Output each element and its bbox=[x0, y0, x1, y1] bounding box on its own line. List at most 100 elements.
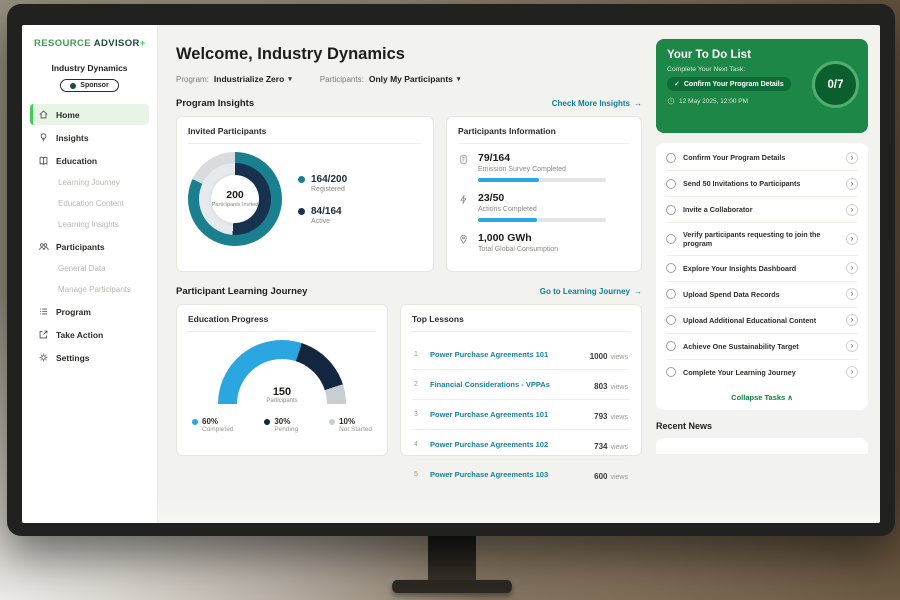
top-lessons-card: Top Lessons 1 Power Purchase Agreements … bbox=[400, 304, 642, 456]
task-checkbox[interactable] bbox=[666, 289, 676, 299]
lesson-link[interactable]: Power Purchase Agreements 102 bbox=[430, 440, 586, 449]
legend-item-active: 84/164 Active bbox=[298, 206, 347, 225]
next-task-pill[interactable]: ✓ Confirm Your Program Details bbox=[667, 77, 791, 91]
section-title: Participant Learning Journey bbox=[176, 286, 307, 297]
task-checkbox[interactable] bbox=[666, 341, 676, 351]
task-row[interactable]: Confirm Your Program Details › bbox=[666, 145, 858, 171]
legend-value: 84/164 bbox=[311, 206, 342, 217]
main-content: Welcome, Industry Dynamics Program: Indu… bbox=[158, 25, 654, 523]
go-to-learning-journey-link[interactable]: Go to Learning Journey → bbox=[540, 287, 642, 296]
task-row[interactable]: Upload Spend Data Records › bbox=[666, 282, 858, 308]
lesson-link[interactable]: Power Purchase Agreements 101 bbox=[430, 410, 586, 419]
lightbulb-icon bbox=[38, 132, 49, 143]
sidebar-item-settings[interactable]: Settings bbox=[30, 347, 149, 368]
sidebar-item-program[interactable]: Program bbox=[30, 301, 149, 322]
sidebar-item-learning-journey[interactable]: Learning Journey bbox=[30, 173, 149, 192]
invited-donut-center: 200 Participants Invited bbox=[211, 175, 259, 223]
task-row[interactable]: Invite a Collaborator › bbox=[666, 197, 858, 223]
sidebar-item-label: Settings bbox=[56, 353, 90, 363]
sidebar-item-label: Insights bbox=[56, 133, 89, 143]
progress-track bbox=[478, 178, 606, 182]
sidebar-item-learning-insights[interactable]: Learning Insights bbox=[30, 215, 149, 234]
chevron-right-icon[interactable]: › bbox=[846, 152, 858, 164]
task-row[interactable]: Send 50 Invitations to Participants › bbox=[666, 171, 858, 197]
gauge-center-value: 150 bbox=[218, 386, 346, 398]
stat-emission-survey: 79/164 Emission Survey Completed bbox=[458, 152, 630, 182]
task-label: Verify participants requesting to join t… bbox=[683, 230, 839, 249]
task-checkbox[interactable] bbox=[666, 234, 676, 244]
program-filter-value: Industrialize Zero bbox=[214, 74, 284, 84]
sidebar-item-education-content[interactable]: Education Content bbox=[30, 194, 149, 213]
stat-label: Actions Completed bbox=[478, 206, 606, 213]
sidebar-item-education[interactable]: Education bbox=[30, 150, 149, 171]
arrow-right-icon: → bbox=[634, 287, 642, 296]
sidebar-item-insights[interactable]: Insights bbox=[30, 127, 149, 148]
book-icon bbox=[38, 155, 49, 166]
arrow-right-icon: → bbox=[634, 99, 642, 108]
task-checkbox[interactable] bbox=[666, 153, 676, 163]
program-filter-select[interactable]: Industrialize Zero ▾ bbox=[214, 74, 292, 84]
link-label: Go to Learning Journey bbox=[540, 287, 630, 296]
task-checkbox[interactable] bbox=[666, 263, 676, 273]
lesson-row: 2 Financial Considerations - VPPAs 803vi… bbox=[412, 370, 630, 400]
lesson-link[interactable]: Power Purchase Agreements 101 bbox=[430, 350, 582, 359]
collapse-tasks-link[interactable]: Collapse Tasks ∧ bbox=[666, 385, 858, 406]
lesson-views-suffix: views bbox=[610, 384, 628, 391]
chevron-right-icon[interactable]: › bbox=[846, 178, 858, 190]
chevron-right-icon[interactable]: › bbox=[846, 314, 858, 326]
task-row[interactable]: Verify participants requesting to join t… bbox=[666, 223, 858, 256]
chevron-right-icon[interactable]: › bbox=[846, 340, 858, 352]
education-legend: 60% Completed 30% Pending bbox=[188, 417, 376, 433]
todo-progress-value: 0/7 bbox=[828, 79, 844, 91]
monitor-stand-base bbox=[392, 580, 512, 593]
list-icon bbox=[38, 306, 49, 317]
lesson-views: 600 bbox=[594, 472, 607, 481]
task-row[interactable]: Achieve One Sustainability Target › bbox=[666, 334, 858, 360]
logo-advisor: ADVISOR bbox=[94, 38, 140, 49]
card-title: Invited Participants bbox=[188, 126, 422, 144]
sidebar-item-label: Learning Journey bbox=[58, 178, 120, 187]
task-row[interactable]: Upload Additional Educational Content › bbox=[666, 308, 858, 334]
chevron-right-icon[interactable]: › bbox=[846, 366, 858, 378]
legend-label: Not Started bbox=[339, 426, 372, 433]
lesson-link[interactable]: Power Purchase Agreements 103 bbox=[430, 470, 586, 479]
sidebar-item-label: Take Action bbox=[56, 330, 103, 340]
legend-item-registered: 164/200 Registered bbox=[298, 174, 347, 193]
task-row[interactable]: Explore Your Insights Dashboard › bbox=[666, 256, 858, 282]
invited-legend: 164/200 Registered 84/164 Active bbox=[298, 174, 347, 225]
sponsor-badge: Sponsor bbox=[60, 79, 118, 92]
check-more-insights-link[interactable]: Check More Insights → bbox=[552, 99, 642, 108]
legend-item-completed: 60% Completed bbox=[192, 417, 233, 433]
sponsor-icon bbox=[70, 83, 76, 89]
lesson-rank: 3 bbox=[414, 411, 422, 418]
sidebar-item-label: Learning Insights bbox=[58, 220, 119, 229]
sidebar-item-general-data[interactable]: General Data bbox=[30, 259, 149, 278]
chevron-right-icon[interactable]: › bbox=[846, 204, 858, 216]
task-checkbox[interactable] bbox=[666, 179, 676, 189]
monitor-stand-neck bbox=[428, 534, 476, 584]
task-checkbox[interactable] bbox=[666, 205, 676, 215]
chevron-right-icon[interactable]: › bbox=[846, 262, 858, 274]
sidebar-item-manage-participants[interactable]: Manage Participants bbox=[30, 280, 149, 299]
recent-news-title: Recent News bbox=[656, 421, 868, 431]
stat-label: Total Global Consumption bbox=[478, 246, 558, 253]
filters: Program: Industrialize Zero ▾ Participan… bbox=[176, 74, 642, 84]
task-row[interactable]: Complete Your Learning Journey › bbox=[666, 360, 858, 385]
task-checkbox[interactable] bbox=[666, 315, 676, 325]
sidebar-item-participants[interactable]: Participants bbox=[30, 236, 149, 257]
lesson-link[interactable]: Financial Considerations - VPPAs bbox=[430, 380, 586, 389]
sidebar-item-take-action[interactable]: Take Action bbox=[30, 324, 149, 345]
sidebar-item-home[interactable]: Home bbox=[30, 104, 149, 125]
lesson-views-suffix: views bbox=[610, 414, 628, 421]
program-filter: Program: Industrialize Zero ▾ bbox=[176, 74, 292, 84]
task-checkbox[interactable] bbox=[666, 367, 676, 377]
bolt-icon bbox=[458, 194, 469, 205]
recent-news-card bbox=[656, 438, 868, 454]
lesson-row: 4 Power Purchase Agreements 102 734views bbox=[412, 430, 630, 460]
home-icon bbox=[38, 109, 49, 120]
todo-summary-card: Your To Do List Complete Your Next Task:… bbox=[656, 39, 868, 133]
chevron-right-icon[interactable]: › bbox=[846, 288, 858, 300]
participants-filter-select[interactable]: Only My Participants ▾ bbox=[369, 74, 461, 84]
chevron-right-icon[interactable]: › bbox=[846, 233, 858, 245]
stat-label: Emission Survey Completed bbox=[478, 166, 606, 173]
